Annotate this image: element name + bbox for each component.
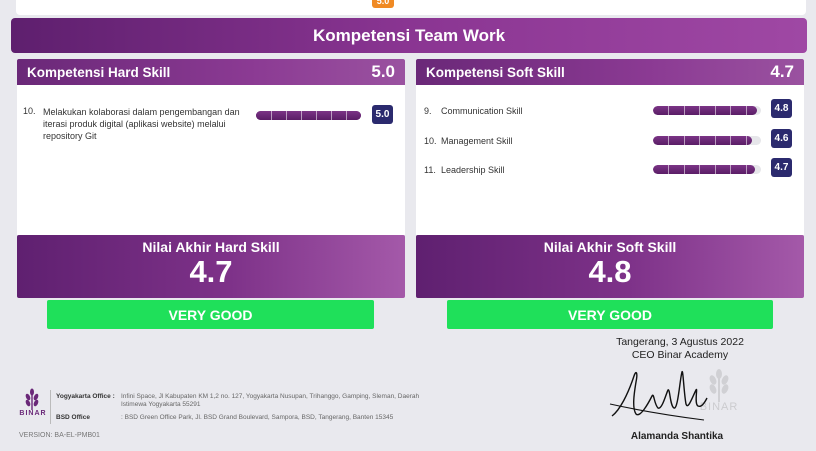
hard-skill-title: Kompetensi Hard Skill [27, 64, 171, 80]
soft-skill-score-badge: 4.6 [771, 129, 792, 148]
signature-place-date: Tangerang, 3 Agustus 2022 [616, 336, 744, 348]
hard-skill-final-box: Nilai Akhir Hard Skill 4.7 [17, 235, 405, 298]
logo-text: BINAR [19, 410, 47, 417]
soft-skill-panel: Kompetensi Soft Skill 4.7 9. Communicati… [416, 59, 804, 235]
hard-skill-panel: Kompetensi Hard Skill 5.0 10. Melakukan … [17, 59, 405, 235]
hard-skill-item-score: 5.0 [372, 105, 393, 124]
bar-segment-divider [730, 165, 732, 174]
bar-segment-divider [714, 165, 716, 174]
hard-skill-item-bar [256, 111, 361, 120]
wheat-logo-icon [25, 388, 39, 410]
version-label: VERSION: BA-EL-PMB01 [19, 432, 100, 439]
soft-skill-score-badge: 4.7 [771, 158, 792, 177]
soft-skill-final-box: Nilai Akhir Soft Skill 4.8 [416, 235, 804, 298]
soft-skill-label: Communication Skill [441, 106, 523, 116]
soft-skill-label: Management Skill [441, 136, 513, 146]
soft-skill-title: Kompetensi Soft Skill [426, 64, 565, 80]
signer-name: Alamanda Shantika [630, 431, 724, 442]
bar-segment-divider [683, 165, 685, 174]
soft-skill-grade-badge: VERY GOOD [447, 300, 773, 329]
soft-skill-bar [653, 106, 761, 115]
section-title-banner: Kompetensi Team Work [11, 18, 807, 53]
previous-score-badge: 5.0 [372, 0, 394, 8]
bar-segment-divider [714, 136, 716, 145]
soft-skill-label: Leadership Skill [441, 165, 505, 175]
bar-segment-divider [730, 136, 732, 145]
hard-skill-item-description: Melakukan kolaborasi dalam pengembangan … [43, 107, 240, 141]
hard-skill-final-value: 4.7 [189, 254, 233, 289]
binar-logo: BINAR [18, 388, 46, 426]
soft-skill-score-badge: 4.8 [771, 99, 792, 118]
bar-segment-divider [745, 136, 747, 145]
bar-segment-divider [331, 111, 332, 120]
previous-section-strip: 5.0 [16, 0, 806, 15]
bar-segment-divider [286, 111, 287, 120]
bar-segment-divider [301, 111, 302, 120]
bar-segment-divider [316, 111, 317, 120]
office-label: BSD Office [56, 414, 90, 421]
soft-skill-bar [653, 136, 761, 145]
soft-skill-final-title: Nilai Akhir Soft Skill [543, 239, 677, 255]
office-address: : BSD Green Office Park, Jl. BSD Grand B… [121, 414, 394, 421]
office-label: Yogyakarta Office : [56, 393, 115, 400]
bar-segment-divider [730, 106, 732, 115]
bar-segment-divider [745, 106, 747, 115]
bar-segment-divider [699, 136, 701, 145]
bar-segment-divider [668, 106, 670, 115]
bar-segment-divider [683, 106, 685, 115]
soft-skill-bar [653, 165, 761, 174]
soft-skill-number: 10. [424, 136, 437, 146]
hard-skill-item-number: 10. [23, 106, 36, 116]
soft-skill-score: 4.7 [770, 62, 794, 81]
soft-skill-number: 9. [424, 106, 432, 116]
office-address: Infini Space, Jl Kabupaten KM 1,2 no. 12… [121, 393, 420, 408]
soft-skill-final-value: 4.8 [588, 254, 632, 289]
bar-segment-divider [699, 165, 701, 174]
bar-segment-divider [683, 136, 685, 145]
bar-segment-divider [346, 111, 347, 120]
bar-segment-divider [699, 106, 701, 115]
soft-skill-header: Kompetensi Soft Skill 4.7 [416, 59, 804, 85]
bar-segment-divider [714, 106, 716, 115]
hard-skill-score: 5.0 [371, 62, 395, 81]
footer-divider [50, 390, 51, 424]
hard-skill-grade-badge: VERY GOOD [47, 300, 374, 329]
bar-segment-divider [668, 165, 670, 174]
bar-segment-divider [271, 111, 272, 120]
hard-skill-header: Kompetensi Hard Skill 5.0 [17, 59, 405, 85]
signature-block: Tangerang, 3 Agustus 2022 CEO Binar Acad… [600, 336, 760, 362]
handwritten-signature [609, 371, 708, 421]
soft-skill-number: 11. [424, 165, 436, 175]
bar-segment-divider [745, 165, 747, 174]
bar-segment-divider [668, 136, 670, 145]
signature-role: CEO Binar Academy [631, 349, 729, 361]
hard-skill-final-title: Nilai Akhir Hard Skill [142, 239, 280, 255]
